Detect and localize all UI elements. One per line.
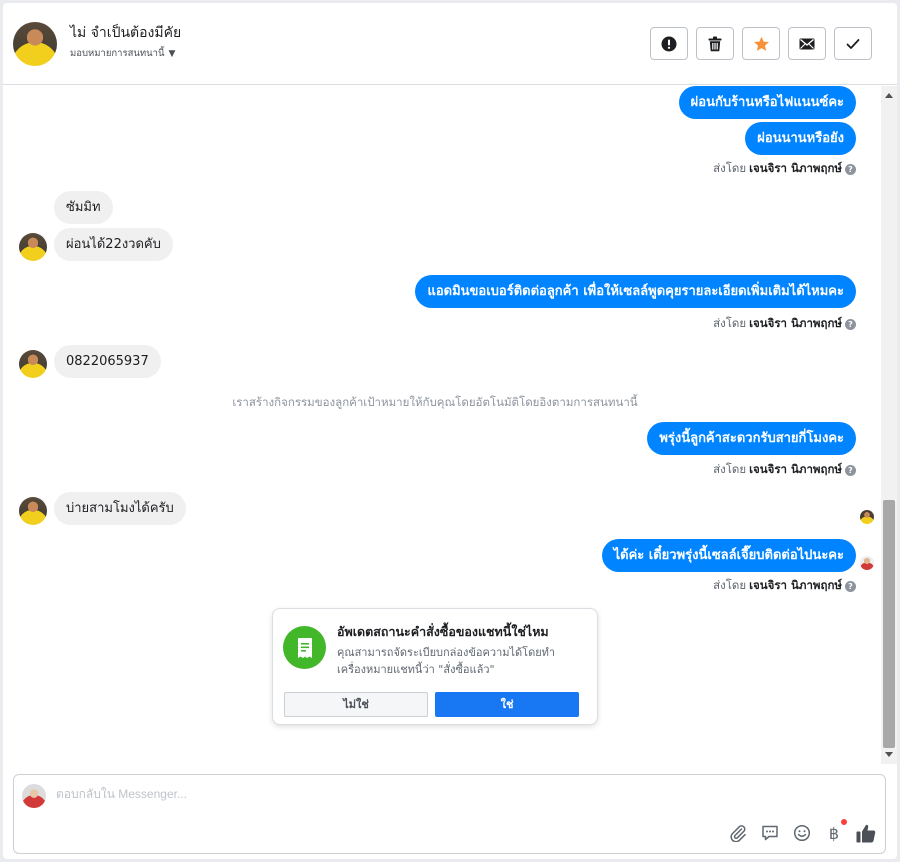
assign-conversation-dropdown[interactable]: มอบหมายการสนทนานี้ ▼: [70, 46, 175, 61]
help-icon[interactable]: ?: [845, 580, 856, 592]
help-icon[interactable]: ?: [845, 163, 856, 175]
agent-name[interactable]: เจนจิรา นิภาพฤกษ์: [749, 315, 842, 333]
incoming-message: บ่ายสามโมงได้ครับ: [54, 492, 186, 525]
help-icon[interactable]: ?: [845, 464, 856, 476]
order-prompt-description: คุณสามารถจัดระเบียบกล่องข้อความได้โดยทำเ…: [337, 646, 556, 676]
like-button[interactable]: [855, 822, 877, 844]
outgoing-message: แอดมินขอเบอร์ติดต่อลูกค้า เพื่อให้เซลล์พ…: [415, 275, 856, 308]
scroll-up-arrow[interactable]: [885, 93, 893, 98]
caret-down-icon: ▼: [168, 48, 176, 59]
conversation-actions: [650, 27, 872, 60]
receipt-icon: [283, 626, 326, 669]
envelope-icon: [799, 38, 815, 49]
outgoing-message: ผ่อนนานหรือยัง: [745, 122, 856, 155]
sent-by-prefix: ส่งโดย: [713, 316, 747, 330]
scroll-thumb[interactable]: [883, 500, 895, 748]
mark-done-button[interactable]: [834, 27, 872, 60]
trash-icon: [708, 36, 722, 51]
contact-avatar-small: [19, 350, 47, 378]
saved-replies-button[interactable]: [759, 822, 781, 844]
outgoing-message: ผ่อนกับร้านหรือไฟแนนซ์คะ: [678, 86, 856, 119]
emoji-icon: [793, 824, 811, 842]
attachment-button[interactable]: [727, 822, 749, 844]
sent-by-label: ส่งโดย เจนจิรา นิภาพฤกษ์ ?: [713, 160, 856, 178]
contact-avatar-small: [19, 233, 47, 261]
system-note: เราสร้างกิจกรรมของลูกค้าเป้าหมายให้กับคุ…: [232, 395, 638, 409]
checkmark-icon: [846, 38, 860, 49]
sent-by-label: ส่งโดย เจนจิรา นิภาพฤกษ์ ?: [713, 315, 856, 333]
order-status-prompt: อัพเดตสถานะคำสั่งซื้อของแชทนี้ใช่ไหม คุณ…: [272, 608, 598, 725]
saved-replies-icon: [762, 825, 778, 841]
message-thread[interactable]: ผ่อนกับร้านหรือไฟแนนซ์คะ ผ่อนนานหรือยัง …: [3, 86, 897, 764]
notification-dot: [841, 819, 847, 825]
emoji-button[interactable]: [791, 822, 813, 844]
sent-by-label: ส่งโดย เจนจิรา นิภาพฤกษ์ ?: [713, 461, 856, 479]
baht-payment-icon: ฿: [828, 823, 840, 843]
attachment-icon: [730, 825, 746, 842]
contact-name[interactable]: ไม่ จำเป็นต้องมีคัย: [70, 22, 181, 44]
conversation-header: ไม่ จำเป็นต้องมีคัย มอบหมายการสนทนานี้ ▼: [3, 3, 897, 85]
inbox-conversation-panel: ไม่ จำเป็นต้องมีคัย มอบหมายการสนทนานี้ ▼: [3, 3, 897, 859]
delete-button[interactable]: [696, 27, 734, 60]
sent-by-prefix: ส่งโดย: [713, 578, 747, 592]
read-receipt-avatar: [860, 510, 874, 524]
reply-composer: ฿: [13, 774, 886, 854]
scroll-down-arrow[interactable]: [885, 752, 893, 757]
sent-by-label: ส่งโดย เจนจิรา นิภาพฤกษ์ ?: [713, 577, 856, 595]
star-icon: [753, 36, 769, 51]
delivered-avatar: [860, 556, 874, 570]
help-icon[interactable]: ?: [845, 318, 856, 330]
star-button[interactable]: [742, 27, 780, 60]
outgoing-message: พรุ่งนี้ลูกค้าสะดวกรับสายกี่โมงคะ: [647, 422, 856, 455]
order-prompt-title: อัพเดตสถานะคำสั่งซื้อของแชทนี้ใช่ไหม: [337, 624, 549, 639]
report-button[interactable]: [650, 27, 688, 60]
no-button[interactable]: ไม่ใช่: [284, 692, 428, 717]
assign-label: มอบหมายการสนทนานี้: [70, 48, 165, 59]
like-icon: [856, 824, 876, 842]
scrollbar[interactable]: [881, 86, 897, 764]
incoming-message: ซัมมิท: [54, 191, 113, 224]
incoming-message: ผ่อนได้22งวดคับ: [54, 228, 173, 261]
agent-name[interactable]: เจนจิรา นิภาพฤกษ์: [749, 461, 842, 479]
sent-by-prefix: ส่งโดย: [713, 161, 747, 175]
outgoing-message: ได้ค่ะ เดี๋ยวพรุ่งนี้เซลล์เจี๊ยบติดต่อไป…: [601, 539, 856, 572]
mark-unread-button[interactable]: [788, 27, 826, 60]
incoming-message: 0822065937: [54, 345, 161, 378]
yes-button[interactable]: ใช่: [435, 692, 579, 717]
agent-name[interactable]: เจนจิรา นิภาพฤกษ์: [749, 577, 842, 595]
composer-toolbar: ฿: [727, 819, 877, 844]
exclamation-icon: [661, 36, 677, 51]
contact-avatar-small: [19, 497, 47, 525]
baht-payment-button[interactable]: ฿: [823, 819, 847, 844]
page-avatar: [22, 784, 46, 808]
sent-by-prefix: ส่งโดย: [713, 462, 747, 476]
contact-avatar[interactable]: [13, 22, 57, 66]
reply-input[interactable]: [56, 787, 656, 801]
agent-name[interactable]: เจนจิรา นิภาพฤกษ์: [749, 160, 842, 178]
